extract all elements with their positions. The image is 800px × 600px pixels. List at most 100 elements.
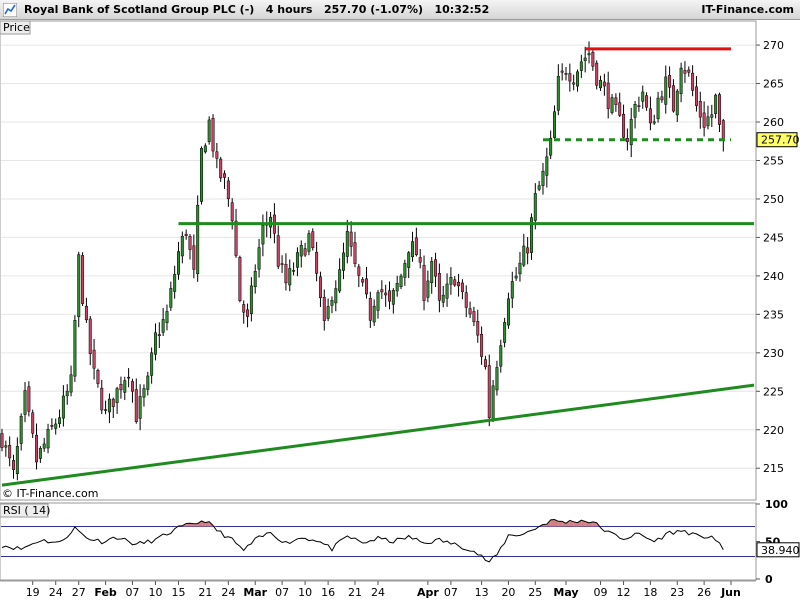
price-y-tick-label: 250 bbox=[763, 193, 784, 206]
x-tick-label: 10 bbox=[298, 586, 312, 599]
candle-body bbox=[495, 367, 499, 391]
price-y-tick-label: 230 bbox=[763, 347, 784, 360]
candle-body bbox=[472, 311, 476, 323]
rsi-y-tick-label: 0 bbox=[765, 573, 773, 586]
candle-body bbox=[8, 445, 12, 459]
x-tick-label: 18 bbox=[643, 586, 657, 599]
candle-body bbox=[633, 104, 637, 118]
candle-body bbox=[311, 231, 315, 248]
candle-body bbox=[414, 237, 418, 256]
candle-body bbox=[322, 297, 326, 321]
price-y-tick-label: 245 bbox=[763, 231, 784, 244]
candle-body bbox=[483, 359, 487, 368]
candle-body bbox=[687, 69, 691, 73]
x-tick-label: 07 bbox=[125, 586, 139, 599]
candle-body bbox=[710, 114, 714, 118]
candle-body bbox=[12, 460, 15, 470]
x-tick-label: 13 bbox=[475, 586, 489, 599]
candle-body bbox=[506, 298, 510, 326]
candle-body bbox=[449, 277, 453, 285]
watermark: © IT-Finance.com bbox=[2, 487, 99, 500]
x-tick-label: 19 bbox=[26, 586, 40, 599]
candle-body bbox=[660, 96, 664, 101]
x-tick-label: 16 bbox=[321, 586, 335, 599]
x-tick-label: 10 bbox=[148, 586, 162, 599]
candle-body bbox=[46, 429, 50, 449]
candle-body bbox=[618, 102, 622, 116]
x-tick-label: 27 bbox=[72, 586, 86, 599]
candle-body bbox=[19, 415, 23, 444]
candle-body bbox=[560, 70, 564, 73]
candle-body bbox=[238, 256, 242, 301]
candle-body bbox=[0, 433, 4, 448]
candle-body bbox=[468, 308, 472, 315]
candle-body bbox=[107, 398, 111, 413]
candle-body bbox=[249, 285, 253, 314]
x-tick-label: May bbox=[553, 586, 578, 599]
x-tick-label: Mar bbox=[243, 586, 267, 599]
candle-body bbox=[368, 298, 372, 321]
rsi-y-tick-label: 100 bbox=[765, 498, 788, 511]
candle-body bbox=[664, 76, 668, 105]
candle-body bbox=[188, 236, 192, 250]
candle-body bbox=[671, 85, 675, 112]
candle-body bbox=[595, 62, 599, 86]
candle-body bbox=[100, 387, 104, 411]
candle-body bbox=[464, 292, 468, 308]
candle-body bbox=[318, 276, 322, 299]
candle-body bbox=[652, 121, 656, 124]
candle-body bbox=[146, 375, 150, 390]
candle-body bbox=[54, 423, 58, 429]
candle-body bbox=[457, 281, 461, 287]
candle-body bbox=[376, 292, 380, 311]
candle-body bbox=[192, 245, 196, 270]
price-y-tick-label: 255 bbox=[763, 154, 784, 167]
candle-body bbox=[537, 185, 541, 190]
candle-body bbox=[460, 282, 464, 292]
candle-body bbox=[453, 279, 457, 286]
candle-body bbox=[169, 288, 173, 308]
candle-body bbox=[226, 180, 230, 200]
candle-body bbox=[223, 173, 227, 178]
candle-body bbox=[441, 294, 445, 303]
candle-body bbox=[246, 309, 250, 317]
x-tick-label: 26 bbox=[697, 586, 711, 599]
candle-body bbox=[180, 235, 184, 257]
candle-body bbox=[610, 97, 614, 113]
candle-body bbox=[426, 280, 430, 298]
candle-body bbox=[694, 86, 698, 106]
candle-body bbox=[587, 53, 591, 56]
candle-body bbox=[648, 108, 652, 124]
candle-body bbox=[411, 241, 415, 258]
price-y-tick-label: 235 bbox=[763, 308, 784, 321]
candle-body bbox=[714, 94, 718, 114]
candle-body bbox=[81, 255, 85, 304]
candle-body bbox=[111, 398, 115, 407]
candle-body bbox=[391, 290, 395, 305]
candle-body bbox=[380, 289, 384, 293]
price-panel-label: Price bbox=[3, 21, 30, 34]
x-tick-label: 20 bbox=[501, 586, 515, 599]
candle-body bbox=[31, 412, 35, 434]
price-y-tick-label: 215 bbox=[763, 462, 784, 475]
x-tick-label: 12 bbox=[617, 586, 631, 599]
candle-body bbox=[353, 242, 357, 264]
candle-body bbox=[430, 261, 434, 284]
candle-body bbox=[683, 70, 687, 74]
candle-body bbox=[326, 306, 330, 319]
price-y-tick-label: 260 bbox=[763, 116, 784, 129]
candle-body bbox=[591, 52, 595, 67]
candle-body bbox=[579, 61, 583, 71]
candle-body bbox=[61, 395, 65, 419]
price-y-tick-label: 220 bbox=[763, 424, 784, 437]
candle-body bbox=[487, 365, 491, 418]
candle-body bbox=[242, 304, 246, 313]
candle-body bbox=[395, 282, 399, 292]
x-tick-label: 23 bbox=[670, 586, 684, 599]
candle-body bbox=[549, 137, 553, 156]
candle-body bbox=[280, 263, 284, 265]
candle-body bbox=[315, 251, 319, 274]
candle-body bbox=[349, 231, 353, 247]
rsi-panel-frame bbox=[0, 502, 757, 581]
candle-body bbox=[602, 81, 606, 87]
